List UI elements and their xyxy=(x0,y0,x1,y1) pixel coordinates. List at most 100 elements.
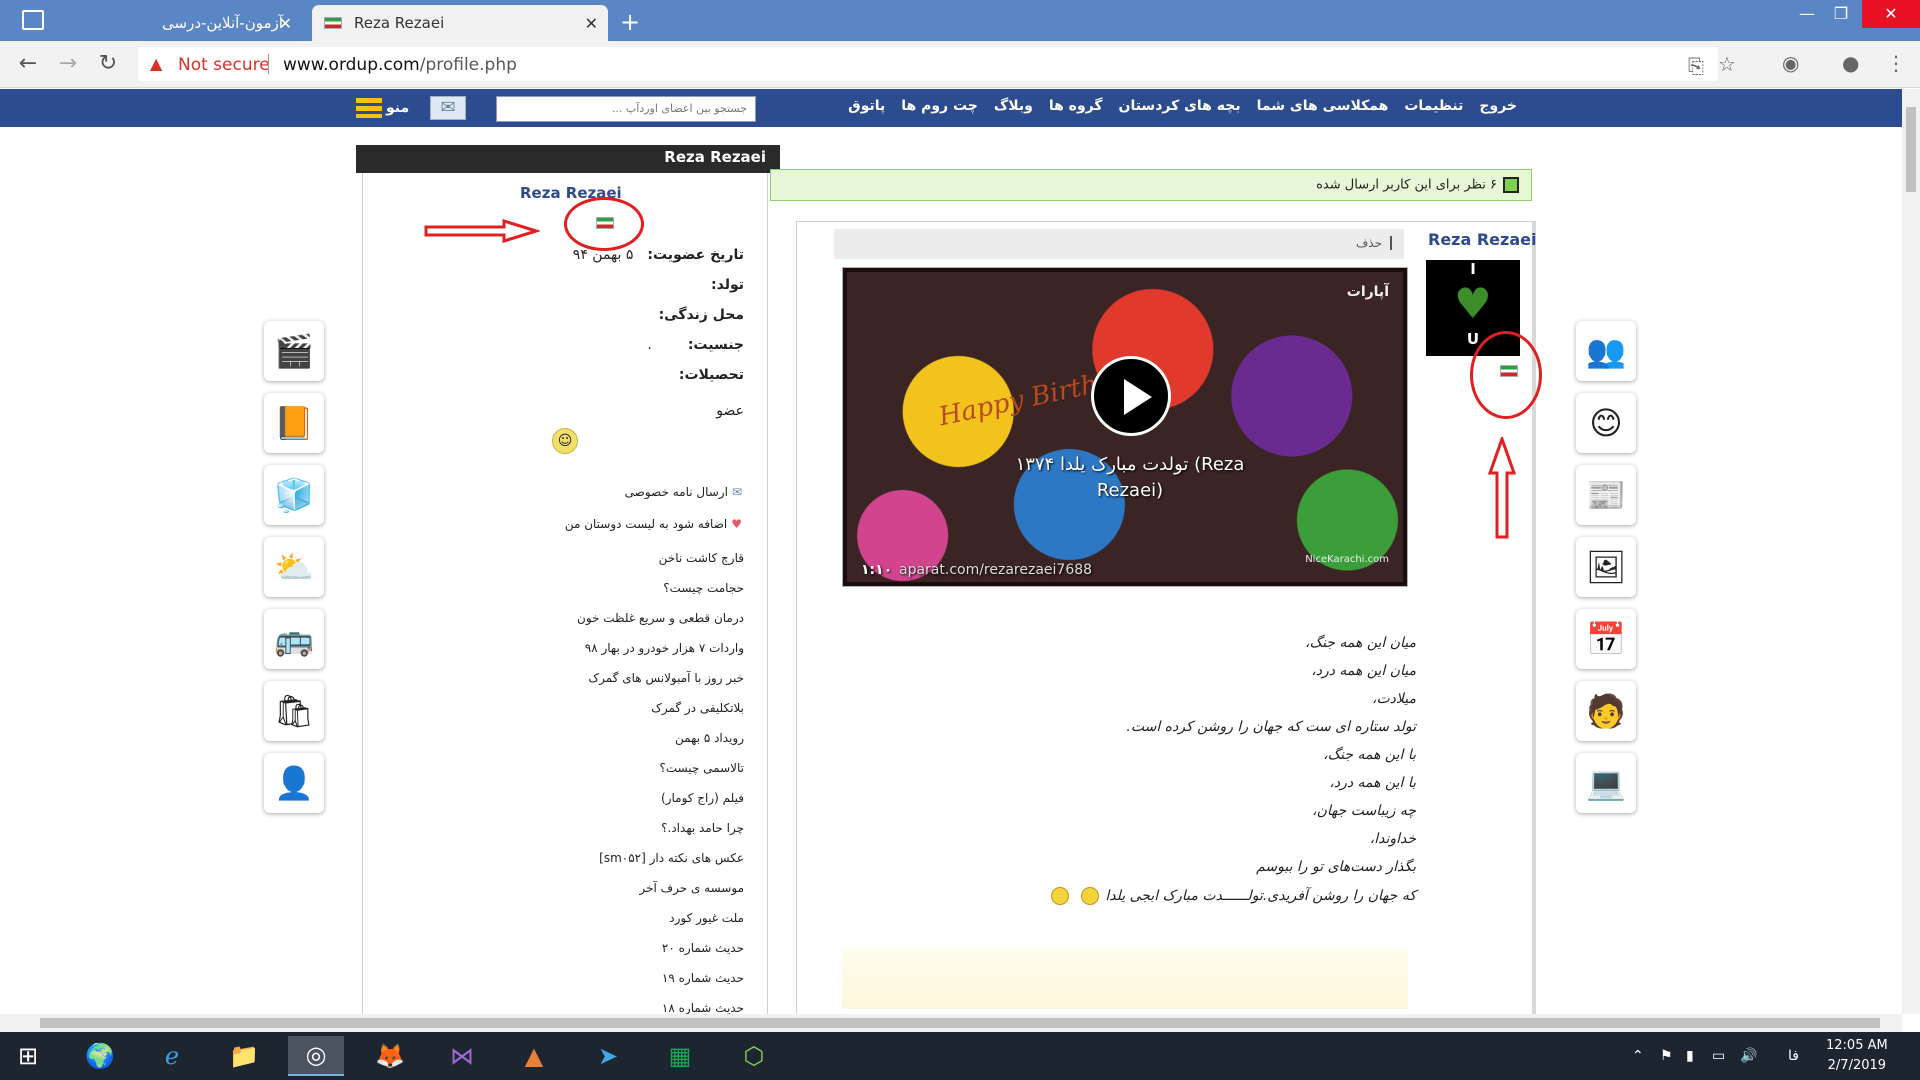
mail-icon[interactable]: ✉ xyxy=(430,96,466,120)
close-window-button[interactable]: ✕ xyxy=(1862,0,1920,28)
network-icon[interactable]: ▮ xyxy=(1686,1048,1694,1064)
info-row-gender: جنسیت:. xyxy=(573,337,744,367)
emoji-icon xyxy=(1051,887,1070,905)
post-link[interactable]: چرا حامد بهداد.؟ xyxy=(577,821,744,851)
send-message-label: ارسال نامه خصوصی xyxy=(624,485,728,499)
computer-app-icon[interactable]: 💻 xyxy=(1576,753,1636,813)
address-bar[interactable]: ▲ Not secure www.ordup.com/profile.php ⎘… xyxy=(138,47,1736,81)
chrome-icon[interactable]: ◎ xyxy=(288,1036,344,1076)
post-link[interactable]: حدیث شماره ۱۹ xyxy=(577,971,744,1001)
security-label[interactable]: Not secure xyxy=(178,55,270,75)
nav-item[interactable]: تنظیمات xyxy=(1404,98,1463,114)
video-player[interactable]: Happy Birthday آپارات تولدت مبارک یلدا ۱… xyxy=(842,267,1408,587)
bus-app-icon[interactable]: 🚌 xyxy=(264,609,324,669)
nav-item[interactable]: وبلاگ xyxy=(994,98,1033,114)
nav-item[interactable]: بچه های کردستان xyxy=(1119,98,1241,114)
forward-button[interactable]: → xyxy=(54,50,82,78)
telegram-icon[interactable]: ➤ xyxy=(580,1036,636,1076)
nav-item[interactable]: خروج xyxy=(1479,98,1517,114)
post-link[interactable]: حدیث شماره ۱۸ xyxy=(577,1001,744,1014)
post-link[interactable]: عکس های نکته دار [sm۰۵۲] xyxy=(577,851,744,881)
tab-profile[interactable]: Reza Rezaei ✕ xyxy=(312,5,608,41)
kebab-menu-icon[interactable]: ⋮ xyxy=(1886,51,1906,75)
clock-date: 2/7/2019 xyxy=(1827,1058,1887,1073)
excel-icon[interactable]: ▦ xyxy=(652,1036,708,1076)
avatar-app-icon[interactable]: 🧑 xyxy=(1576,681,1636,741)
flag-icon[interactable]: ⚑ xyxy=(1660,1048,1673,1064)
nav-item[interactable]: همکلاسی های شما xyxy=(1257,98,1389,114)
nox-player-icon[interactable]: ⬡ xyxy=(726,1036,782,1076)
account-icon[interactable]: ● xyxy=(1842,51,1859,75)
info-row-joined: تاریخ عضویت:۵ بهمن ۹۴ xyxy=(573,247,744,277)
cubes-app-icon[interactable]: 🧊 xyxy=(264,465,324,525)
books-app-icon[interactable]: 📙 xyxy=(264,393,324,453)
delete-link[interactable]: حذف xyxy=(1355,236,1392,250)
firefox-icon[interactable]: 🦊 xyxy=(362,1036,418,1076)
poem-line: میان این همه جنگ، xyxy=(1305,635,1416,651)
nav-item[interactable]: چت روم ها xyxy=(901,98,978,114)
scrollbar-thumb[interactable] xyxy=(40,1018,1880,1028)
tab-online-exam[interactable]: آزمون-آنلاین-درسی ✕ xyxy=(150,5,302,41)
new-tab-button[interactable]: + xyxy=(620,8,640,36)
play-icon[interactable] xyxy=(1091,356,1171,436)
post-link[interactable]: بلاتکلیفی در گمرک xyxy=(577,701,744,731)
send-message-link[interactable]: ✉ارسال نامه خصوصی xyxy=(625,485,742,499)
tab-close-icon[interactable]: ✕ xyxy=(585,14,598,33)
post-link[interactable]: درمان قطعی و سریع غلظت خون xyxy=(577,611,744,641)
member-search-input[interactable]: جستجو بین اعضای اوردآپ ... xyxy=(496,96,756,122)
post-link[interactable]: موسسه ی حرف آخر xyxy=(577,881,744,911)
back-button[interactable]: ← xyxy=(14,50,42,78)
photos-app-icon[interactable]: 🖼 xyxy=(1576,537,1636,597)
post-link[interactable]: حجامت چیست؟ xyxy=(577,581,744,611)
translate-icon[interactable]: ⎘ xyxy=(1688,54,1704,78)
url-text[interactable]: www.ordup.com/profile.php xyxy=(283,55,517,75)
battery-icon[interactable]: ▭ xyxy=(1712,1048,1725,1064)
windows-start-icon[interactable]: ⊞ xyxy=(0,1036,56,1076)
menu-label: منو xyxy=(386,100,410,116)
poem-line: که جهان را روشن آفریدی.تولــــــدت مبارک… xyxy=(1105,888,1416,904)
annotation-arrow-right-icon xyxy=(424,219,540,243)
maximize-button[interactable]: ❐ xyxy=(1818,0,1864,28)
menu-button[interactable]: منو xyxy=(356,95,414,121)
nav-item[interactable]: پاتوق xyxy=(848,98,885,114)
horizontal-scrollbar[interactable] xyxy=(0,1014,1902,1032)
matlab-icon[interactable]: ▲ xyxy=(506,1036,562,1076)
post-link[interactable]: فیلم (راج کومار) xyxy=(577,791,744,821)
vertical-scrollbar[interactable] xyxy=(1902,89,1920,1014)
post-link[interactable]: قارچ کاشت ناخن xyxy=(577,551,744,581)
volume-icon[interactable]: 🔊 xyxy=(1740,1048,1757,1064)
shop-bag-app-icon[interactable]: 🛍 xyxy=(264,681,324,741)
scrollbar-thumb[interactable] xyxy=(1906,107,1916,192)
post-link[interactable]: رویداد ۵ بهمن xyxy=(577,731,744,761)
tab-title: Reza Rezaei xyxy=(354,14,445,32)
chat-smiley-app-icon[interactable]: 😊 xyxy=(1576,393,1636,453)
file-explorer-icon[interactable]: 📁 xyxy=(216,1036,272,1076)
earth-app-icon[interactable]: 🌍 xyxy=(72,1036,128,1076)
tab-close-icon[interactable]: ✕ xyxy=(279,14,292,33)
post-link[interactable]: حدیث شماره ۲۰ xyxy=(577,941,744,971)
clock[interactable]: 12:05 AM 2/7/2019 xyxy=(1826,1036,1888,1076)
help-person-app-icon[interactable]: 👤 xyxy=(264,753,324,813)
calendar-app-icon[interactable]: 📅 xyxy=(1576,609,1636,669)
add-friend-label: اضافه شود به لیست دوستان من xyxy=(564,517,728,531)
post-link[interactable]: خبر روز با آمبولانس های گمرک xyxy=(577,671,744,701)
language-indicator[interactable]: فا xyxy=(1788,1048,1799,1064)
tray-expand-icon[interactable]: ⌃ xyxy=(1632,1048,1644,1064)
post-link[interactable]: تالاسمی چیست؟ xyxy=(577,761,744,791)
smiley-icon: ☺ xyxy=(552,428,578,454)
weather-app-icon[interactable]: ⛅ xyxy=(264,537,324,597)
extension-globe-icon[interactable]: ◉ xyxy=(1782,51,1799,75)
internet-explorer-icon[interactable]: ℯ xyxy=(144,1036,200,1076)
nav-item[interactable]: گروه ها xyxy=(1049,98,1103,114)
add-friend-link[interactable]: ♥اضافه شود به لیست دوستان من xyxy=(565,517,742,531)
comment-author[interactable]: Reza Rezaei xyxy=(1428,230,1536,249)
reload-button[interactable]: ↻ xyxy=(94,50,122,78)
news-app-icon[interactable]: 📰 xyxy=(1576,465,1636,525)
post-link[interactable]: واردات ۷ هزار خودرو در بهار ۹۸ xyxy=(577,641,744,671)
visual-studio-icon[interactable]: ⋈ xyxy=(434,1036,490,1076)
tab-menu-icon[interactable] xyxy=(22,10,44,30)
people-app-icon[interactable]: 👥 xyxy=(1576,321,1636,381)
bookmark-star-icon[interactable]: ☆ xyxy=(1718,52,1736,76)
friends-app-icon[interactable]: 🎬 xyxy=(264,321,324,381)
post-link[interactable]: ملت غیور کورد xyxy=(577,911,744,941)
